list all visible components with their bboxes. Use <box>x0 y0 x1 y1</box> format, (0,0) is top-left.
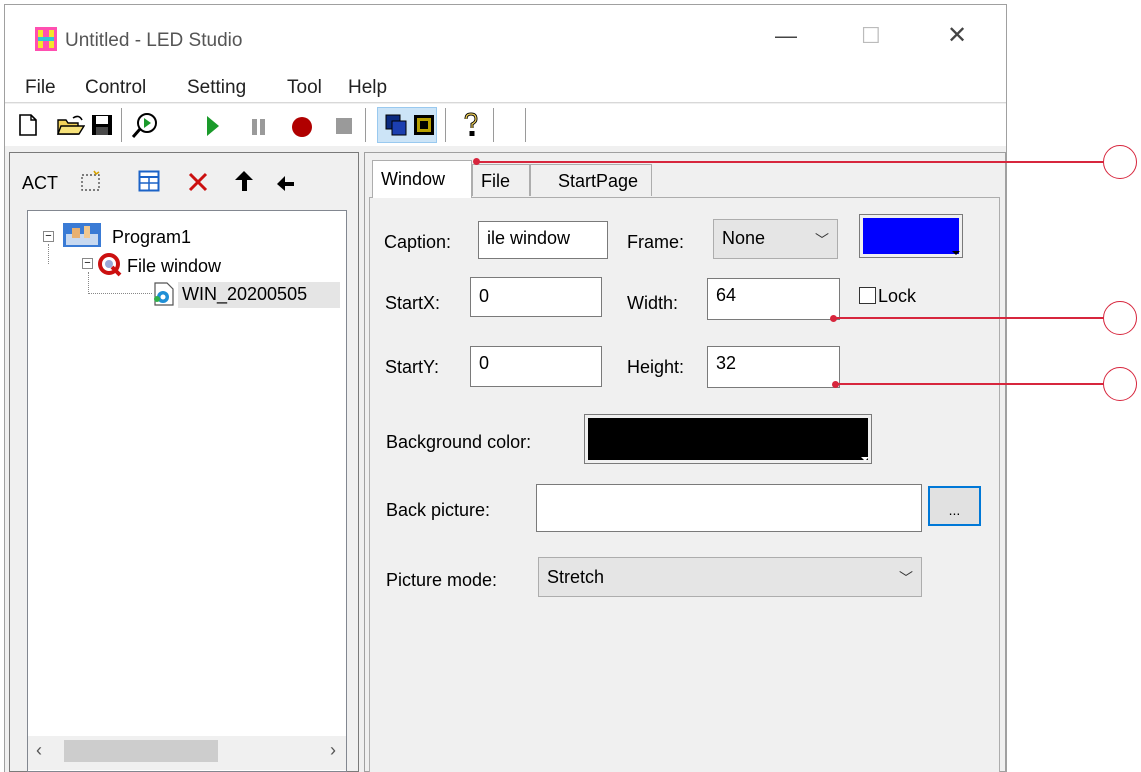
callout-line <box>476 161 1106 163</box>
background-color-swatch <box>588 418 868 460</box>
toolbar-separator <box>525 108 529 142</box>
title-bar: Untitled - LED Studio — ☐ ✕ <box>5 5 1006 67</box>
stop-icon[interactable] <box>335 117 353 135</box>
layout-icon[interactable] <box>138 170 160 192</box>
scroll-left-icon[interactable]: ‹ <box>36 740 42 761</box>
toolbar-separator <box>121 108 125 142</box>
toolbar-separator <box>493 108 497 142</box>
back-picture-input[interactable] <box>536 484 922 532</box>
tree-line <box>88 272 89 294</box>
starty-input[interactable]: 0 <box>470 346 602 387</box>
lock-checkbox[interactable] <box>859 287 876 304</box>
minimize-button[interactable]: — <box>775 23 797 49</box>
menu-help[interactable]: Help <box>348 77 387 99</box>
menu-setting[interactable]: Setting <box>187 77 246 99</box>
play-icon[interactable] <box>205 115 221 137</box>
tree-item-program[interactable]: Program1 <box>112 227 191 248</box>
width-label: Width: <box>627 293 679 313</box>
act-label[interactable]: ACT <box>22 173 58 194</box>
tree-item-file[interactable]: WIN_20200505 <box>182 284 307 305</box>
toolbar-separator <box>445 108 449 142</box>
frame-color-swatch <box>863 218 959 254</box>
menu-tool[interactable]: Tool <box>287 77 322 99</box>
window-title: Untitled - LED Studio <box>65 30 243 51</box>
file-window-icon <box>98 253 122 277</box>
menu-bar: File Control Setting Tool Help <box>5 67 1006 103</box>
height-label: Height: <box>627 357 685 377</box>
new-icon[interactable] <box>19 114 37 136</box>
tab-window[interactable]: Window <box>372 160 472 198</box>
menu-control[interactable]: Control <box>85 77 146 99</box>
tab-startpage[interactable]: StartPage <box>530 164 652 196</box>
tab-strip: Window File StartPage <box>372 160 996 198</box>
height-input[interactable]: 32 <box>707 346 840 388</box>
preview-icon[interactable] <box>131 112 159 140</box>
menu-file[interactable]: File <box>25 77 56 99</box>
main-toolbar <box>5 104 1006 146</box>
delete-icon[interactable] <box>188 172 208 192</box>
tree-line <box>88 293 152 294</box>
callout-marker-3 <box>1103 367 1137 401</box>
frame-color-button[interactable] <box>859 214 963 258</box>
new-item-icon[interactable] <box>80 170 102 192</box>
save-icon[interactable] <box>91 114 113 136</box>
move-down-icon[interactable] <box>276 170 296 192</box>
help-icon[interactable] <box>463 112 479 138</box>
pause-icon[interactable] <box>251 118 267 136</box>
back-picture-label: Back picture: <box>386 500 491 520</box>
tab-file[interactable]: File <box>472 164 530 196</box>
tree-line <box>48 244 49 264</box>
picture-mode-label: Picture mode: <box>386 570 498 590</box>
callout-line <box>836 383 1106 385</box>
app-logo-icon <box>35 27 57 51</box>
collapse-toggle[interactable]: − <box>43 231 54 242</box>
open-icon[interactable] <box>57 114 85 136</box>
move-up-icon[interactable] <box>234 170 254 192</box>
fullscreen-mode-icon[interactable] <box>413 114 435 136</box>
frame-select[interactable]: None ﹀ <box>713 219 838 259</box>
scroll-right-icon[interactable]: › <box>330 740 336 761</box>
callout-line <box>834 317 1106 319</box>
callout-marker-1 <box>1103 145 1137 179</box>
picture-mode-value: Stretch <box>547 567 605 587</box>
toolbar-separator <box>365 108 369 142</box>
starty-label: StartY: <box>385 357 440 377</box>
background-color-button[interactable] <box>584 414 872 464</box>
chevron-down-icon: ﹀ <box>815 232 829 248</box>
frame-label: Frame: <box>627 232 685 252</box>
caption-label: Caption: <box>384 232 452 252</box>
close-button[interactable]: ✕ <box>947 21 967 50</box>
startx-label: StartX: <box>385 293 441 313</box>
tree-item-file-window[interactable]: File window <box>127 256 221 277</box>
caption-input[interactable]: ile window <box>478 221 608 259</box>
callout-marker-2 <box>1103 301 1137 335</box>
window-mode-icon[interactable] <box>385 114 407 136</box>
maximize-button[interactable]: ☐ <box>861 23 881 49</box>
frame-select-value: None <box>722 228 766 248</box>
media-file-icon <box>154 282 174 306</box>
background-color-label: Background color: <box>386 432 532 452</box>
dropdown-arrow-icon <box>861 457 869 461</box>
record-icon[interactable] <box>291 116 313 138</box>
browse-button[interactable]: ... <box>928 486 981 526</box>
lock-label: Lock <box>878 286 917 306</box>
chevron-down-icon: ﹀ <box>899 570 913 586</box>
collapse-toggle[interactable]: − <box>82 258 93 269</box>
picture-mode-select[interactable]: Stretch ﹀ <box>538 557 922 597</box>
dropdown-arrow-icon <box>952 251 960 255</box>
program-icon <box>63 223 101 247</box>
scrollbar-thumb[interactable] <box>64 740 218 762</box>
startx-input[interactable]: 0 <box>470 277 602 317</box>
width-input[interactable]: 64 <box>707 278 840 320</box>
